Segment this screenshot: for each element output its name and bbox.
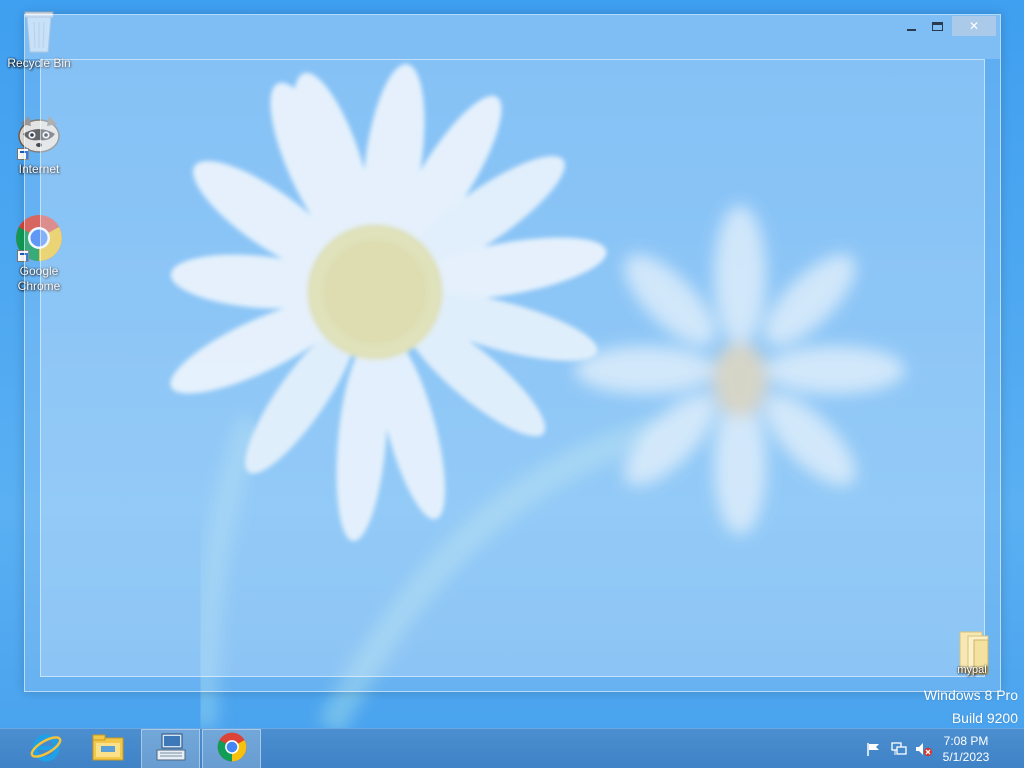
watermark-edition: Windows 8 Pro (923, 687, 1018, 703)
action-center-flag-icon[interactable] (866, 742, 882, 756)
blank-app-window[interactable]: ✕ (24, 14, 1001, 692)
clock-time: 7:08 PM (943, 734, 989, 748)
window-client-area[interactable] (40, 59, 985, 677)
taskbar-google-chrome[interactable] (202, 729, 261, 768)
maximize-icon (932, 21, 943, 31)
network-icon[interactable] (891, 742, 907, 756)
minimize-icon (907, 29, 916, 31)
close-button[interactable]: ✕ (952, 16, 996, 36)
desktop-icon-label: mypal (957, 664, 987, 676)
window-titlebar[interactable]: ✕ (25, 15, 1000, 59)
clock-date: 5/1/2023 (942, 750, 990, 764)
chrome-icon (217, 732, 247, 767)
taskbar-clock[interactable]: 7:08 PM 5/1/2023 (936, 733, 996, 765)
taskbar-on-screen-keyboard[interactable] (141, 729, 200, 768)
os-watermark: Windows 8 Pro Build 9200 (924, 684, 1018, 730)
minimize-button[interactable] (898, 16, 925, 36)
folder-icon (91, 732, 125, 767)
close-icon: ✕ (968, 19, 980, 33)
taskbar-internet-explorer[interactable] (16, 729, 75, 768)
volume-muted-icon[interactable] (915, 742, 932, 756)
ie-icon (29, 730, 63, 768)
watermark-build: Build 9200 (951, 710, 1018, 726)
keyboard-icon (155, 732, 187, 767)
taskbar-file-explorer[interactable] (78, 729, 137, 768)
taskbar: 7:08 PM 5/1/2023 (0, 728, 1024, 768)
maximize-button[interactable] (924, 16, 951, 36)
